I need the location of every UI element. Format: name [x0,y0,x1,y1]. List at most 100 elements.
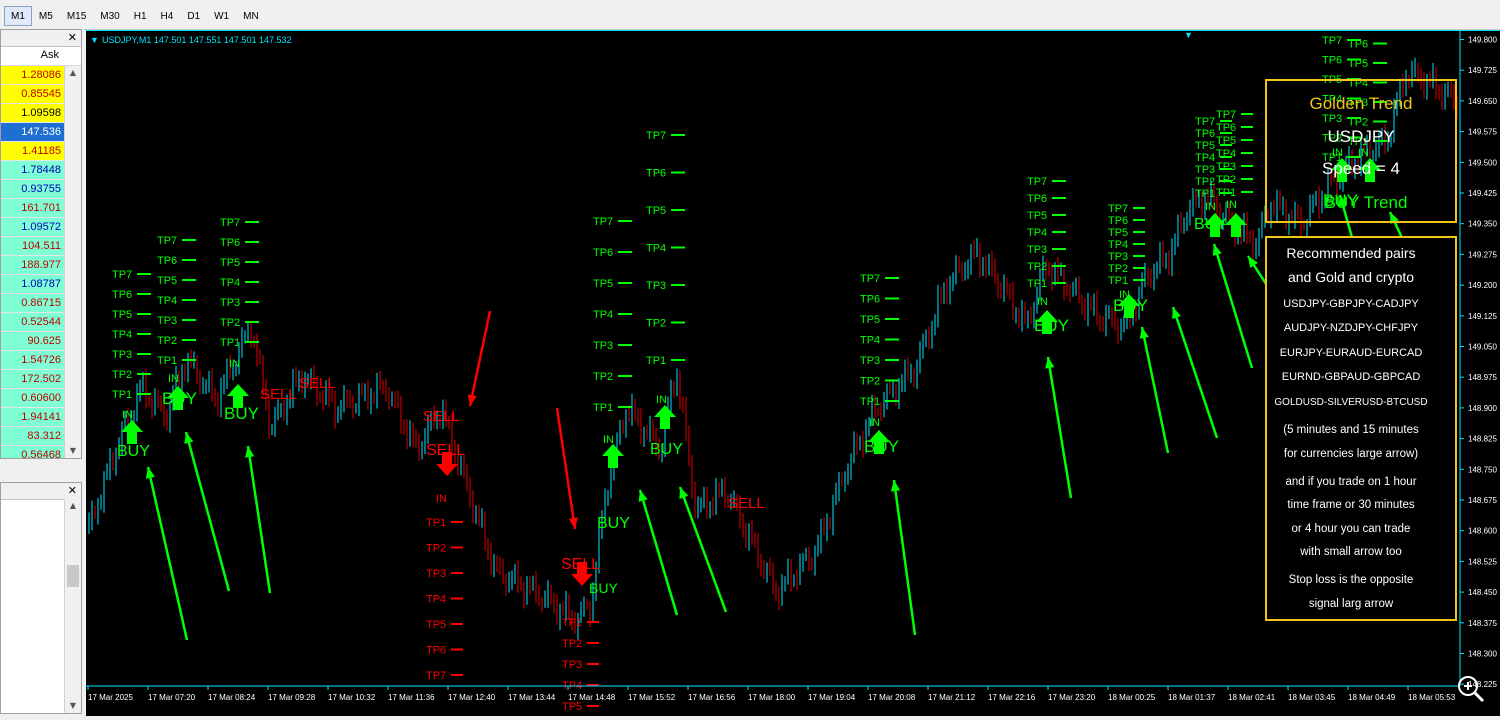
tp-label: TP5 [1195,140,1215,152]
navigator-scrollbar[interactable]: ▲ ▼ [64,499,81,713]
timeframe-w1-button[interactable]: W1 [207,6,236,26]
quote-row[interactable]: 90.625 [1,332,65,351]
tp-label: TP2 [646,318,666,330]
timeframe-m1-button[interactable]: M1 [4,6,32,26]
tp-label: TP2 [426,543,446,555]
note-line: and Gold and crypto [1288,269,1414,285]
timeframe-buttons: M1 M5 M15 M30 H1 H4 D1 W1 MN [4,6,266,26]
buy-signal-label: BUY [864,437,899,456]
tp-label: TP1 [860,396,880,408]
tp-label: TP1 [157,355,177,367]
tp-label: TP7 [112,269,132,281]
quote-row[interactable]: 104.511 [1,237,65,256]
price-label: 149.725 [1468,66,1497,75]
scroll-down-icon[interactable]: ▼ [65,699,81,713]
pair-name: USDJPY [1327,127,1394,146]
quote-row[interactable]: 188.977 [1,256,65,275]
tp-label: TP1 [220,337,240,349]
timeframe-h1-button[interactable]: H1 [127,6,154,26]
tp-label: TP7 [860,273,880,285]
tp-label: TP6 [646,168,666,180]
tp-label: TP6 [220,237,240,249]
tp-label: TP3 [112,349,132,361]
timeframe-m5-button[interactable]: M5 [32,6,60,26]
quote-row[interactable]: 0.52544 [1,313,65,332]
time-label: 17 Mar 20:08 [868,693,916,702]
note-line: and if you trade on 1 hour [1285,476,1416,488]
close-icon[interactable]: ✕ [68,483,77,499]
note-line: USDJPY-GBPJPY-CADJPY [1283,298,1419,310]
note-line: with small arrow too [1299,546,1402,558]
tp-label: TP5 [426,619,446,631]
tp-label: TP5 [157,275,177,287]
quote-row[interactable]: 1.28086 [1,66,65,85]
time-label: 17 Mar 09:28 [268,693,316,702]
quote-row[interactable]: 161.701 [1,199,65,218]
timeframe-h4-button[interactable]: H4 [154,6,181,26]
note-line: AUDJPY-NZDJPY-CHFJPY [1284,322,1419,334]
entry-label: IN [656,394,667,406]
close-icon[interactable]: ✕ [68,30,77,46]
tp-label: TP6 [157,255,177,267]
scroll-down-icon[interactable]: ▼ [65,444,81,458]
quote-row[interactable]: 1.54726 [1,351,65,370]
chart-canvas[interactable]: TP1TP2TP3TP4TP5TP6TP7INBUYTP1TP2TP3TP4TP… [86,19,1500,716]
note-line: time frame or 30 minutes [1287,499,1414,511]
timeframe-mn-button[interactable]: MN [236,6,266,26]
price-chart[interactable]: TP1 TP2 TP3 TP4 TP5 TP6 TP7 IN BUY TP1 TP2 TP3 TP4 TP… [86,19,1500,716]
time-label: 17 Mar 13:44 [508,693,556,702]
quote-row[interactable]: 83.312 [1,427,65,446]
price-label: 149.125 [1468,312,1497,321]
column-header[interactable]: Ask [1,47,81,66]
vertical-scrollbar[interactable]: ▲ ▼ [64,66,81,458]
timeframe-m30-button[interactable]: M30 [93,6,126,26]
tp-label: TP3 [157,315,177,327]
tp-label: TP4 [1108,239,1128,251]
quote-row[interactable]: 147.536 [1,123,65,142]
tp-label: TP4 [426,594,446,606]
quote-row[interactable]: 0.86715 [1,294,65,313]
price-label: 148.225 [1468,680,1497,689]
sell-signal-label: SELL [728,495,765,512]
quote-row[interactable]: 172.502 [1,370,65,389]
time-label: 18 Mar 02:41 [1228,693,1276,702]
quote-row[interactable]: 1.08787 [1,275,65,294]
tp-label: TP3 [1216,161,1236,173]
entry-label: IN [603,434,614,446]
tp-label: TP1 [646,355,666,367]
entry-label: IN [229,358,240,370]
tp-label: TP1 [593,402,613,414]
entry-label: IN [1205,201,1216,213]
market-watch-header: ✕ [1,30,81,47]
tp-label: TP1 [1216,187,1236,199]
time-label: 17 Mar 18:00 [748,693,796,702]
quote-row[interactable]: 0.85545 [1,85,65,104]
tp-label: TP2 [112,369,132,381]
quote-row[interactable]: 0.93755 [1,180,65,199]
quote-row[interactable]: 1.41185 [1,142,65,161]
scroll-up-icon[interactable]: ▲ [65,66,81,80]
quote-row[interactable]: 1.94141 [1,408,65,427]
timeframe-m15-button[interactable]: M15 [60,6,93,26]
time-label: 17 Mar 11:36 [388,693,435,702]
timeframe-d1-button[interactable]: D1 [180,6,207,26]
scroll-up-icon[interactable]: ▲ [65,499,81,513]
scroll-thumb[interactable] [67,565,79,587]
tp-label: TP5 [1027,210,1047,222]
note-line: for currencies large arrow) [1284,448,1418,460]
tp-label: TP2 [860,376,880,388]
quote-row[interactable]: 0.60600 [1,389,65,408]
time-label: 17 Mar 15:52 [628,693,676,702]
quote-row[interactable]: 0.56468 [1,446,65,458]
tp-label: TP7 [220,217,240,229]
buy-signal-label: BUY [162,389,197,408]
quote-row[interactable]: 1.09572 [1,218,65,237]
tp-label: TP2 [1195,176,1215,188]
tp-label: TP3 [1108,251,1128,263]
tp-label: TP3 [593,340,613,352]
quote-row[interactable]: 1.09598 [1,104,65,123]
buy-signal-label: BUY [1034,316,1069,335]
tp-label: TP2 [1108,263,1128,275]
time-label: 17 Mar 10:32 [328,693,376,702]
quote-row[interactable]: 1.78448 [1,161,65,180]
